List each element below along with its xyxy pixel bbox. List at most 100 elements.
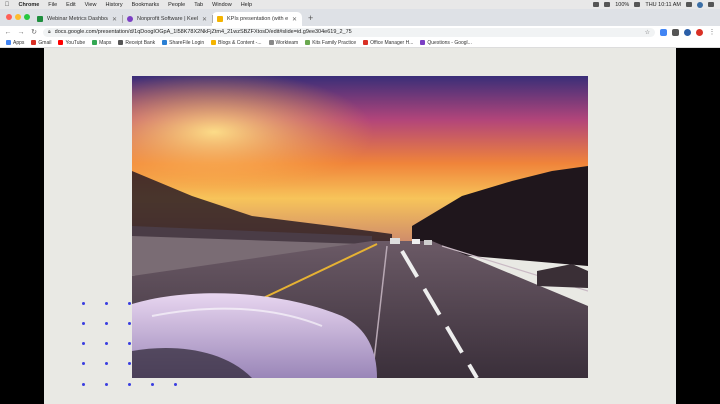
decorative-dot-grid bbox=[82, 302, 202, 402]
tab-strip: Webinar Metrics Dashboard a ✕ Nonprofit … bbox=[0, 9, 720, 26]
maximize-window-icon[interactable] bbox=[24, 14, 30, 20]
gmail-icon bbox=[31, 40, 37, 45]
decorative-dot bbox=[105, 322, 108, 325]
bookmark-label: Gmail bbox=[38, 39, 52, 46]
menu-app-name[interactable]: Chrome bbox=[14, 2, 44, 8]
bookmark-kits-family[interactable]: Kits Family Practice bbox=[305, 40, 356, 46]
office-manager-icon bbox=[363, 40, 369, 45]
decorative-dot bbox=[174, 383, 177, 386]
bookmark-receipt-bank[interactable]: Receipt Bank bbox=[118, 40, 155, 46]
search-icon[interactable] bbox=[686, 2, 692, 7]
bookmark-label: Office Manager H... bbox=[370, 39, 414, 46]
close-window-icon[interactable] bbox=[6, 14, 12, 20]
decorative-dot bbox=[128, 302, 131, 305]
decorative-dot bbox=[82, 383, 85, 386]
bookmark-label: Maps bbox=[99, 39, 112, 46]
browser-toolbar: ← → ↻ 🔒︎ docs.google.com/presentation/d/… bbox=[0, 26, 720, 38]
bookmarks-bar: Apps Gmail YouTube Maps Receipt Bank Sha… bbox=[0, 38, 720, 48]
bookmark-label: Receipt Bank bbox=[125, 39, 156, 46]
back-arrow-icon[interactable]: ← bbox=[4, 29, 12, 36]
bookmark-label: Questions - Googl... bbox=[427, 39, 472, 46]
tab-webinar-metrics[interactable]: Webinar Metrics Dashboard a ✕ bbox=[32, 12, 122, 26]
status-area: 100% THU 10:11 AM bbox=[593, 1, 720, 8]
battery-icon[interactable] bbox=[634, 2, 641, 7]
sharefile-icon bbox=[162, 40, 168, 45]
bookmark-apps[interactable]: Apps bbox=[6, 40, 24, 46]
bookmark-workteam[interactable]: Workteam bbox=[268, 39, 299, 46]
forward-arrow-icon[interactable]: → bbox=[17, 29, 25, 36]
user-avatar-icon[interactable] bbox=[697, 1, 703, 8]
reload-icon[interactable]: ↻ bbox=[30, 28, 38, 36]
decorative-dot bbox=[82, 302, 85, 305]
profile-avatar-icon[interactable] bbox=[684, 28, 691, 36]
notification-center-icon[interactable] bbox=[708, 2, 714, 7]
slides-favicon-icon bbox=[217, 16, 223, 22]
youtube-icon bbox=[58, 40, 64, 45]
tab-close-icon[interactable]: ✕ bbox=[112, 16, 117, 23]
bookmark-gmail[interactable]: Gmail bbox=[31, 40, 51, 46]
tab-title: Nonprofit Software | Keela bbox=[137, 16, 198, 22]
slide-canvas bbox=[44, 48, 676, 404]
decorative-dot bbox=[82, 322, 85, 325]
decorative-dot bbox=[128, 362, 131, 365]
tab-keela[interactable]: Nonprofit Software | Keela ✕ bbox=[122, 12, 212, 26]
volume-icon[interactable] bbox=[604, 2, 611, 7]
menu-bookmarks[interactable]: Bookmarks bbox=[127, 2, 164, 8]
menu-help[interactable]: Help bbox=[236, 2, 256, 8]
bookmark-youtube[interactable]: YouTube bbox=[58, 40, 85, 46]
kits-family-icon bbox=[305, 40, 311, 45]
menu-history[interactable]: History bbox=[101, 2, 127, 8]
menu-view[interactable]: View bbox=[80, 2, 101, 8]
receipt-bank-icon bbox=[118, 40, 124, 45]
address-bar[interactable]: 🔒︎ docs.google.com/presentation/d/1qDoog… bbox=[43, 27, 655, 37]
decorative-dot bbox=[105, 342, 108, 345]
tab-kpis-presentation[interactable]: KPIs presentation (with edits) ✕ bbox=[212, 12, 302, 26]
bookmark-label: ShareFile Login bbox=[169, 39, 205, 46]
extension-translate-icon[interactable] bbox=[660, 28, 667, 36]
tab-close-icon[interactable]: ✕ bbox=[292, 16, 297, 23]
apple-icon[interactable]:  bbox=[0, 2, 14, 8]
menu-edit[interactable]: Edit bbox=[62, 2, 80, 8]
bookmark-blogs[interactable]: Blogs & Content -... bbox=[211, 39, 262, 46]
mac-menu-bar:  Chrome File Edit View History Bookmark… bbox=[0, 0, 720, 9]
wifi-icon[interactable] bbox=[593, 2, 600, 7]
menu-kebab-icon[interactable]: ⋮ bbox=[708, 28, 716, 36]
bookmark-office-manager[interactable]: Office Manager H... bbox=[363, 40, 413, 46]
blogs-icon bbox=[211, 40, 217, 45]
bookmark-label: YouTube bbox=[65, 39, 86, 46]
extension-puzzle-icon[interactable] bbox=[672, 28, 679, 36]
bookmark-maps[interactable]: Maps bbox=[92, 40, 111, 46]
sheets-favicon-icon bbox=[37, 16, 43, 22]
maps-icon bbox=[92, 40, 98, 45]
bookmark-star-icon[interactable]: ☆ bbox=[645, 29, 650, 36]
bookmark-questions[interactable]: Questions - Googl... bbox=[420, 39, 472, 46]
menu-clock[interactable]: THU 10:11 AM bbox=[645, 2, 681, 8]
menu-file[interactable]: File bbox=[44, 2, 62, 8]
decorative-dot bbox=[105, 302, 108, 305]
workteam-icon bbox=[268, 40, 274, 45]
tab-close-icon[interactable]: ✕ bbox=[202, 16, 207, 23]
window-controls bbox=[6, 14, 30, 20]
questions-forms-icon bbox=[420, 40, 426, 45]
bookmark-sharefile[interactable]: ShareFile Login bbox=[162, 40, 204, 46]
decorative-dot bbox=[105, 383, 108, 386]
menu-tab[interactable]: Tab bbox=[190, 2, 208, 8]
new-tab-button[interactable]: + bbox=[302, 12, 319, 26]
decorative-dot bbox=[128, 383, 131, 386]
tab-title: KPIs presentation (with edits) bbox=[227, 16, 288, 22]
menu-people[interactable]: People bbox=[164, 2, 190, 8]
decorative-dot bbox=[151, 383, 154, 386]
extension-red-icon[interactable] bbox=[696, 28, 703, 36]
battery-percent[interactable]: 100% bbox=[615, 2, 629, 8]
decorative-dot bbox=[128, 342, 131, 345]
keela-favicon-icon bbox=[127, 16, 133, 22]
decorative-dot bbox=[82, 362, 85, 365]
bookmark-label: Workteam bbox=[275, 39, 299, 46]
decorative-dot bbox=[105, 362, 108, 365]
menu-window[interactable]: Window bbox=[208, 2, 237, 8]
lock-icon[interactable]: 🔒︎ bbox=[48, 29, 51, 35]
apps-grid-icon bbox=[6, 40, 11, 45]
minimize-window-icon[interactable] bbox=[15, 14, 21, 20]
url-text[interactable]: docs.google.com/presentation/d/1qDoogIOG… bbox=[55, 29, 641, 35]
bookmark-label: Blogs & Content -... bbox=[218, 39, 262, 46]
